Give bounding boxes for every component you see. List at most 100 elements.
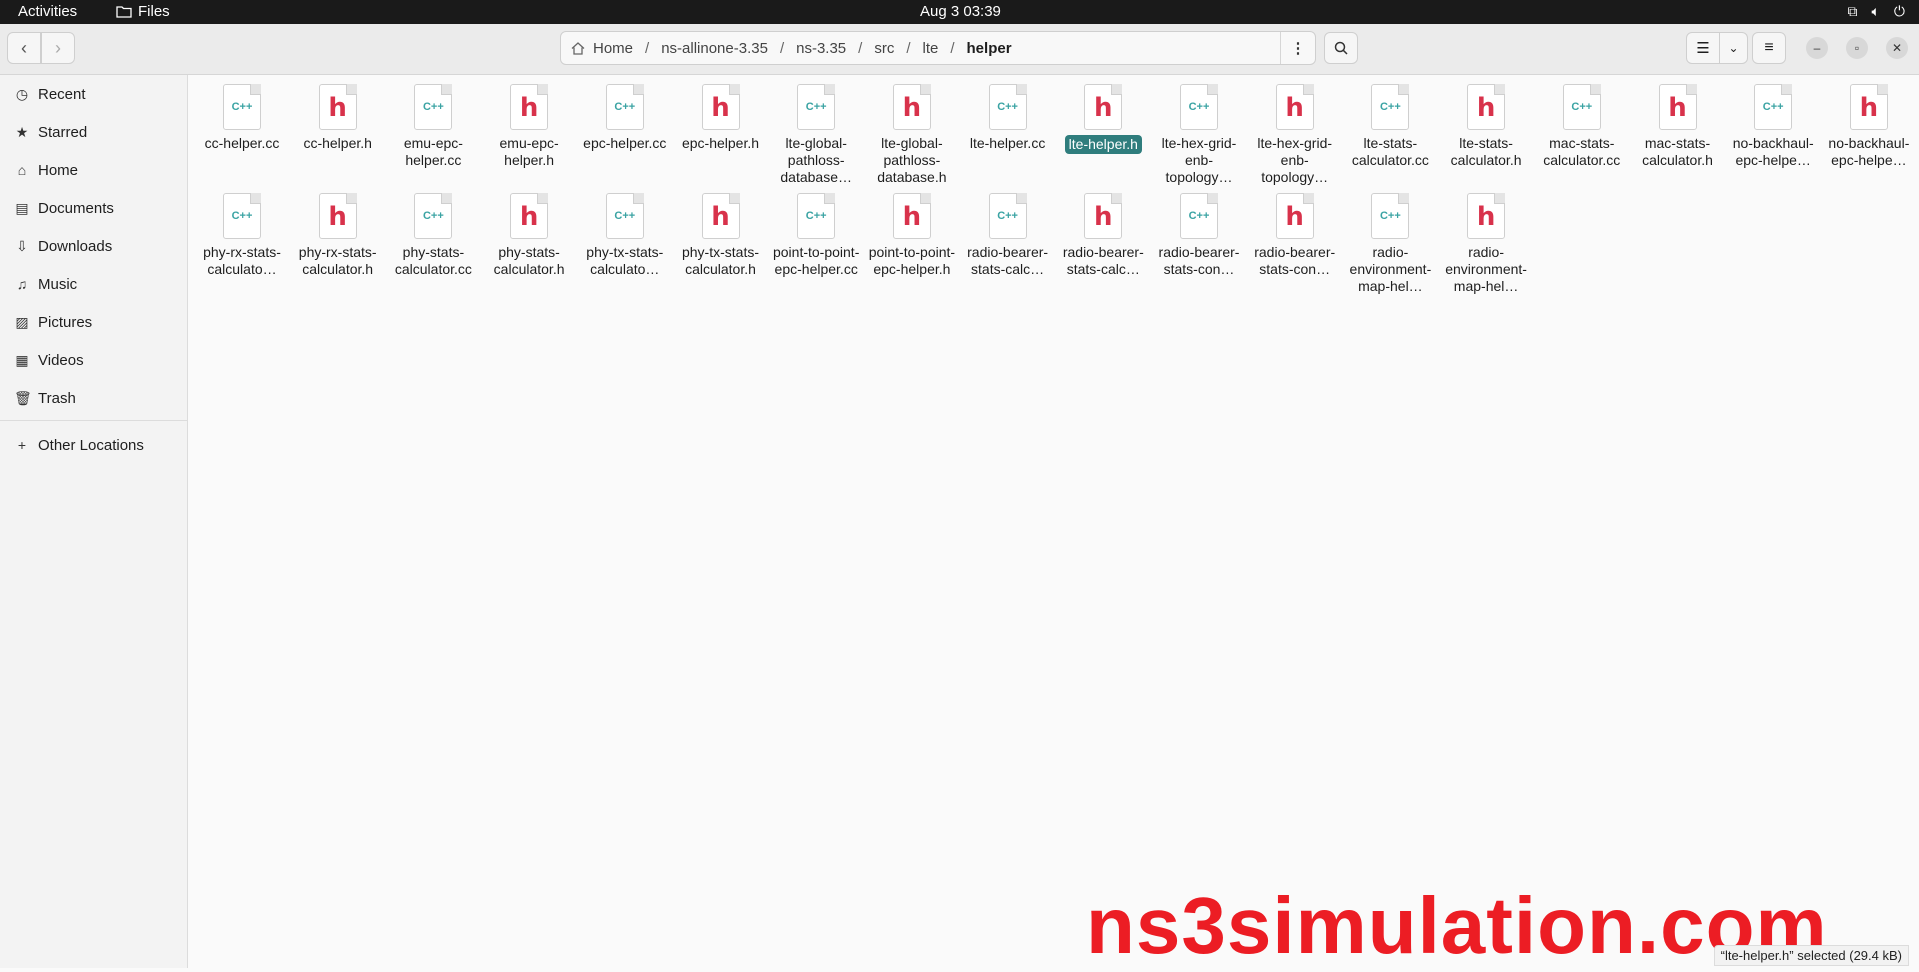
header-file-icon: h [701,193,740,239]
sidebar-item-documents[interactable]: ▤ Documents [0,191,187,225]
file-name: phy-tx-stats-calculator.h [681,244,759,277]
file-name: epc-helper.h [681,135,760,151]
search-button[interactable] [1324,32,1358,64]
header-file-icon: h [510,84,549,130]
search-icon [1334,41,1348,55]
path-segment-home[interactable]: Home [587,40,639,57]
file-name: lte-helper.h [1064,135,1142,154]
cpp-file-icon: C++ [1180,84,1218,130]
file-item[interactable]: C++ mac-stats-calculator.cc [1536,78,1628,169]
clock[interactable]: Aug 3 03:39 [920,3,1001,20]
chevron-left-icon: ‹ [21,37,27,58]
app-menu[interactable]: Files [116,3,170,20]
file-item[interactable]: C++ radio-bearer-stats-con… [1153,187,1245,278]
file-item[interactable]: h radio-bearer-stats-con… [1249,187,1341,278]
file-item[interactable]: C++ phy-rx-stats-calculato… [196,187,288,278]
file-item[interactable]: C++ no-backhaul-epc-helpe… [1727,78,1819,169]
file-item[interactable]: C++ cc-helper.cc [196,78,288,152]
sidebar-item-home[interactable]: ⌂ Home [0,153,187,187]
minimize-button[interactable]: – [1806,37,1828,59]
download-icon: ⇩ [16,237,28,254]
file-name: phy-tx-stats-calculato… [586,244,664,277]
file-item[interactable]: h mac-stats-calculator.h [1632,78,1724,169]
network-icon: ⧉ [1847,3,1858,19]
sidebar-item-music[interactable]: ♫ Music [0,267,187,301]
cpp-file-icon: C++ [605,193,644,239]
sidebar-item-label: Documents [38,199,114,217]
file-item[interactable]: C++ radio-bearer-stats-calc… [962,187,1054,278]
file-item[interactable]: h lte-stats-calculator.h [1440,78,1532,169]
forward-button[interactable]: › [41,32,75,64]
file-name: cc-helper.cc [204,135,280,151]
close-button[interactable]: ✕ [1886,37,1908,59]
view-toggle-button[interactable]: ☰ [1686,32,1720,64]
sidebar-item-other-locations[interactable]: + Other Locations [0,428,187,462]
file-item[interactable]: h lte-helper.h [1057,78,1149,154]
file-item[interactable]: h point-to-point-epc-helper.h [866,187,958,278]
sidebar-item-label: Recent [38,85,86,103]
path-separator: / [950,39,955,57]
cpp-file-icon: C++ [223,193,261,239]
more-vertical-icon: ⋮ [1290,40,1306,57]
maximize-button[interactable]: ▫ [1846,37,1868,59]
file-item[interactable]: h phy-stats-calculator.h [483,187,575,278]
file-item[interactable]: h radio-bearer-stats-calc… [1057,187,1149,278]
file-item[interactable]: C++ lte-helper.cc [962,78,1054,152]
volume-icon: 🔈︎ [1871,3,1880,19]
file-item[interactable]: C++ phy-stats-calculator.cc [387,187,479,278]
file-item[interactable]: h lte-hex-grid-enb-topology… [1249,78,1341,186]
file-item[interactable]: C++ radio-environment-map-hel… [1344,187,1436,295]
file-item[interactable]: h epc-helper.h [675,78,767,152]
sidebar-item-starred[interactable]: ★ Starred [0,115,187,149]
picture-icon: ▨ [15,313,29,330]
path-segment-ns-3[interactable]: ns-3.35 [790,40,852,57]
cpp-file-icon: C++ [1562,84,1601,130]
path-segment-ns-allinone[interactable]: ns-allinone-3.35 [655,40,774,57]
file-name: no-backhaul-epc-helpe… [1732,135,1814,168]
header-file-icon: h [701,84,740,130]
sidebar-item-recent[interactable]: ◷ Recent [0,77,187,111]
file-item[interactable]: C++ phy-tx-stats-calculato… [579,187,671,278]
file-item[interactable]: h lte-global-pathloss-database.h [866,78,958,186]
file-item[interactable]: C++ point-to-point-epc-helper.cc [770,187,862,278]
header-file-icon: h [1084,193,1123,239]
cpp-file-icon: C++ [988,84,1027,130]
file-name: phy-stats-calculator.h [493,244,565,277]
file-item[interactable]: h radio-environment-map-hel… [1440,187,1532,295]
music-icon: ♫ [16,276,28,292]
sidebar-item-trash[interactable]: 🗑︎ Trash [0,381,187,415]
file-item[interactable]: h cc-helper.h [292,78,384,152]
cpp-file-icon: C++ [605,84,644,130]
file-item[interactable]: h phy-rx-stats-calculator.h [292,187,384,278]
file-item[interactable]: h no-backhaul-epc-helpe… [1823,78,1915,169]
file-name: radio-bearer-stats-con… [1158,244,1240,277]
file-item[interactable]: C++ emu-epc-helper.cc [387,78,479,169]
file-item[interactable]: C++ lte-hex-grid-enb-topology… [1153,78,1245,186]
path-separator: / [906,39,911,57]
header-file-icon: h [318,84,357,130]
file-item[interactable]: h phy-tx-stats-calculator.h [675,187,767,278]
header-file-icon: h [1849,84,1888,130]
sidebar-item-videos[interactable]: ▦ Videos [0,343,187,377]
path-segment-src[interactable]: src [868,40,900,57]
sidebar-item-pictures[interactable]: ▨ Pictures [0,305,187,339]
file-name: lte-hex-grid-enb-topology… [1257,135,1333,185]
sidebar-item-downloads[interactable]: ⇩ Downloads [0,229,187,263]
path-separator: / [645,39,650,57]
cpp-file-icon: C++ [414,84,453,130]
file-item[interactable]: C++ epc-helper.cc [579,78,671,152]
path-menu-button[interactable]: ⋮ [1280,32,1315,64]
plus-icon: + [17,437,27,453]
back-button[interactable]: ‹ [7,32,41,64]
file-item[interactable]: C++ lte-global-pathloss-database… [770,78,862,186]
file-item[interactable]: C++ lte-stats-calculator.cc [1344,78,1436,169]
path-segment-lte[interactable]: lte [917,40,945,57]
path-segment-helper[interactable]: helper [961,40,1018,57]
file-item[interactable]: h emu-epc-helper.h [483,78,575,169]
view-options-button[interactable]: ⌄ [1720,32,1748,64]
system-tray[interactable]: ⧉ 🔈︎ ⏻ [1848,3,1905,20]
activities-button[interactable]: Activities [18,3,77,20]
cpp-file-icon: C++ [1754,84,1793,130]
main-menu-button[interactable]: ≡ [1752,32,1786,64]
sidebar-divider [0,420,187,421]
